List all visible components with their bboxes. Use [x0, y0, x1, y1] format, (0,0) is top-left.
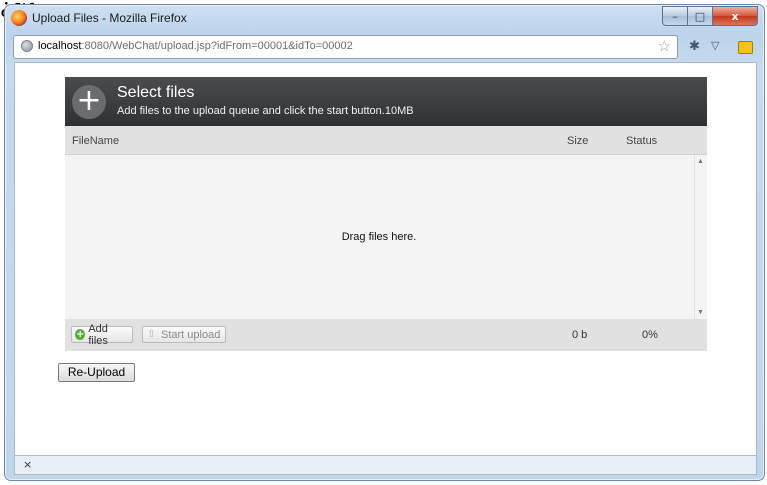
close-bar-icon[interactable]: × — [23, 458, 32, 471]
minimize-button[interactable]: – — [662, 6, 688, 26]
scroll-up-icon[interactable]: ▲ — [697, 158, 704, 165]
close-icon: x — [731, 9, 739, 23]
re-upload-button[interactable]: Re-Upload — [58, 363, 135, 382]
file-uploader: + Select files Add files to the upload q… — [65, 77, 707, 351]
page-content: + Select files Add files to the upload q… — [14, 62, 757, 456]
add-files-label: Add files — [88, 322, 108, 347]
uploader-subtitle: Add files to the upload queue and click … — [117, 105, 414, 117]
star-icon[interactable]: ☆ — [658, 38, 671, 55]
address-bar[interactable]: localhost:8080/WebChat/upload.jsp?idFrom… — [13, 35, 678, 59]
puzzle-icon[interactable]: ✱ — [689, 38, 700, 54]
total-status: 0% — [642, 329, 658, 341]
maximize-icon: □ — [694, 9, 706, 23]
add-files-button[interactable]: + Add files — [71, 323, 133, 347]
title-bar[interactable]: Upload Files - Mozilla Firefox – □ x — [5, 5, 764, 31]
column-size: Size — [567, 135, 589, 147]
url-host: localhost — [38, 40, 82, 52]
maximize-button[interactable]: □ — [688, 6, 713, 26]
scroll-down-icon[interactable]: ▼ — [697, 309, 704, 316]
uploader-header[interactable]: + Select files Add files to the upload q… — [65, 77, 707, 126]
navigation-toolbar: localhost:8080/WebChat/upload.jsp?idFrom… — [13, 35, 758, 59]
rss-icon[interactable] — [738, 41, 753, 54]
close-button[interactable]: x — [713, 6, 758, 26]
column-filename: FileName — [72, 135, 120, 147]
status-bar: × — [14, 456, 757, 475]
url-path: :8080/WebChat/upload.jsp?idFrom=00001&id… — [81, 40, 353, 52]
plus-icon: + — [72, 85, 106, 119]
window-title: Upload Files - Mozilla Firefox — [32, 11, 187, 25]
uploader-title: Select files — [117, 84, 195, 101]
minimize-icon: – — [672, 9, 678, 23]
start-upload-button[interactable]: ⇧ Start upload — [142, 326, 226, 343]
file-list-scrollbar[interactable]: ▲ ▼ — [694, 155, 707, 319]
drop-zone-text: Drag files here. — [341, 231, 417, 243]
menu-chevron-icon[interactable]: ▽ — [711, 38, 719, 54]
column-status: Status — [626, 135, 658, 147]
add-circle-icon: + — [75, 329, 86, 340]
uploader-footer: + Add files ⇧ Start upload 0 b 0% — [65, 319, 707, 351]
firefox-icon — [11, 10, 27, 26]
upload-arrow-icon: ⇧ — [147, 329, 156, 340]
start-upload-label: Start upload — [161, 328, 221, 341]
browser-window: Upload Files - Mozilla Firefox – □ x loc… — [4, 4, 765, 481]
file-list-header: FileName Size Status — [65, 126, 707, 155]
window-controls: – □ x — [662, 6, 758, 26]
drop-zone[interactable]: Drag files here. ▲ ▼ — [65, 155, 707, 319]
globe-icon[interactable] — [21, 40, 33, 52]
url-text[interactable]: localhost:8080/WebChat/upload.jsp?idFrom… — [38, 40, 353, 52]
total-size: 0 b — [572, 329, 588, 341]
